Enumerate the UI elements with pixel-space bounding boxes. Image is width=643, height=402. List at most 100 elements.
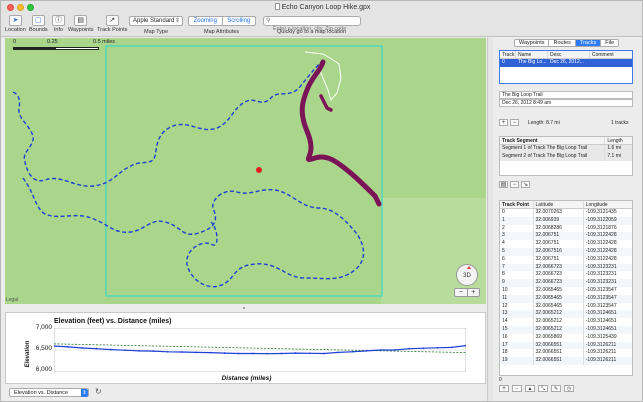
tab-file[interactable]: File [600, 40, 618, 46]
title-bar: Echo Canyon Loop Hike.gpx [1, 1, 642, 14]
point-latitude: 32.0065465 [534, 286, 584, 295]
remove-track-button[interactable]: − [510, 119, 519, 126]
table-row[interactable]: 14 32.0065212 -109.3124651 [500, 318, 632, 326]
tab-waypoints[interactable]: Waypoints [515, 40, 548, 46]
point-longitude: -109.3121435 [585, 209, 617, 215]
table-row[interactable]: 4 32.006751 -109.3122428 [500, 240, 632, 248]
point-index: 6 [500, 255, 534, 264]
point-index: 19 [500, 357, 534, 365]
track-date-field[interactable]: Dec 26, 2012 8:49 am [499, 99, 633, 107]
point-latitude: 32.0066551 [534, 357, 584, 365]
chart-point [209, 351, 212, 354]
chart-x-axis-label: Distance (miles) [221, 375, 272, 382]
table-row[interactable]: 2 32.0068286 -109.3121876 [500, 224, 632, 233]
add-track-button[interactable]: + [499, 119, 508, 126]
map-view[interactable]: 0 0.25 0.5 miles Legal 3D − + [5, 38, 486, 304]
point-latitude: 32.006939 [534, 216, 584, 225]
point-latitude: 32.0066551 [534, 341, 584, 350]
table-row[interactable]: 16 32.0065869 -109.3125439 [500, 333, 632, 342]
tracks-table: Track Name Desc Comment 0 The Big Lo... … [499, 50, 633, 84]
track-name-field[interactable]: The Big Loop Trail [499, 91, 633, 99]
plot-type-select[interactable]: Elevation vs. Distance [9, 388, 89, 397]
info-button[interactable]: ⓘ Info [52, 15, 65, 33]
bounds-button[interactable]: ▢ Bounds [29, 15, 48, 33]
table-row[interactable]: Segment 2 of Track The Big Loop Trail 7.… [500, 152, 632, 161]
table-row[interactable]: 11 32.0065465 -109.3123547 [500, 294, 632, 303]
table-row[interactable]: 19 32.0066551 -109.3126211 [500, 357, 632, 365]
mountain-icon[interactable]: ▲ [525, 385, 535, 392]
table-row[interactable]: Segment 1 of Track The Big Loop Trail 1.… [500, 145, 632, 153]
point-index: 15 [500, 325, 534, 334]
point-longitude: -109.3122059 [585, 216, 617, 223]
clock-icon[interactable]: ◷ [564, 385, 574, 392]
point-latitude: 32.0065465 [534, 294, 584, 303]
points-col-index[interactable]: Track Point [500, 201, 534, 208]
point-longitude: -109.3123231 [585, 263, 617, 270]
track-points-table: Track Point Latitude Longitude 0 32.00702… [499, 200, 633, 376]
point-longitude: -109.3124651 [585, 318, 617, 325]
point-latitude: 32.0066723 [534, 279, 584, 287]
add-point-button[interactable]: + [499, 385, 509, 392]
tracks-col-name[interactable]: Name [516, 51, 548, 58]
table-row[interactable]: 17 32.0066551 -109.3126211 [500, 341, 632, 350]
waypoints-button[interactable]: ▤ Waypoints [68, 15, 93, 33]
split-segment-button[interactable]: ↘ [521, 181, 530, 188]
chart-point [237, 352, 240, 355]
location-button[interactable]: ➤ Location [5, 15, 26, 33]
table-row[interactable]: 7 32.0066723 -109.3123231 [500, 263, 632, 272]
table-row[interactable]: 1 32.006939 -109.3122059 [500, 216, 632, 225]
points-col-latitude[interactable]: Latitude [534, 201, 584, 208]
table-row[interactable]: 10 32.0065465 -109.3123547 [500, 286, 632, 295]
vertical-splitter[interactable] [487, 38, 493, 401]
toolbar: ➤ Location ▢ Bounds ⓘ Info ▤ Waypoints ↗… [1, 14, 642, 37]
table-row[interactable]: 6 32.006751 -109.3122428 [500, 255, 632, 264]
compass-3d-button[interactable]: 3D [456, 264, 478, 286]
document-icon [274, 3, 280, 10]
points-col-longitude[interactable]: Longitude [584, 201, 632, 208]
point-index: 0 [500, 209, 534, 217]
table-row[interactable]: 8 32.0066723 -109.3123231 [500, 271, 632, 280]
scrolling-toggle[interactable]: Scrolling [221, 17, 256, 25]
zoom-out-button[interactable]: − [455, 289, 467, 296]
point-index: 5 [500, 247, 534, 256]
point-longitude: -109.3122428 [585, 255, 617, 262]
y-tick-label-0: 7,000 [35, 324, 52, 331]
table-row[interactable]: 0 The Big Lo... Dec 26, 2012... [500, 59, 632, 67]
refresh-icon[interactable]: ↻ [95, 387, 102, 396]
point-longitude: -109.3124651 [585, 310, 617, 317]
table-row[interactable]: 12 32.0065465 -109.3123547 [500, 302, 632, 311]
chart-point [195, 351, 197, 354]
chart-point [450, 346, 453, 349]
map-canvas[interactable] [5, 38, 486, 304]
resize-icon[interactable]: ⤡ [538, 385, 548, 392]
tracks-col-comment[interactable]: Comment [590, 51, 631, 58]
zoom-in-button[interactable]: + [466, 289, 480, 296]
segment-list-button[interactable]: ▤ [499, 181, 508, 188]
zooming-toggle[interactable]: Zooming [189, 17, 222, 25]
table-row[interactable]: 13 32.0065212 -109.3124651 [500, 310, 632, 319]
tracks-col-track[interactable]: Track [500, 51, 516, 58]
tab-tracks[interactable]: Tracks [574, 40, 601, 46]
legal-link[interactable]: Legal [6, 297, 18, 303]
point-latitude: 32.006751 [534, 255, 584, 264]
table-row[interactable]: 3 32.006751 -109.3122428 [500, 232, 632, 241]
remove-point-button[interactable]: − [512, 385, 522, 392]
track-length: Length: 8.7 mi [528, 120, 560, 126]
tracks-add-remove: + − [499, 119, 521, 126]
table-row[interactable]: 5 32.0067516 -109.3122428 [500, 247, 632, 256]
remove-segment-button[interactable]: − [510, 181, 519, 188]
table-row[interactable]: 9 32.0066723 -109.3123231 [500, 279, 632, 287]
tracks-col-desc[interactable]: Desc [548, 51, 590, 58]
pencil-icon[interactable]: ✎ [551, 385, 561, 392]
table-row[interactable]: 15 32.0065212 -109.3124651 [500, 325, 632, 334]
horizontal-splitter[interactable] [5, 304, 486, 312]
chart-point [67, 346, 70, 348]
table-row[interactable]: 18 32.0066551 -109.3126211 [500, 349, 632, 358]
tab-routes[interactable]: Routes [548, 40, 574, 46]
map-type-select[interactable]: Apple Standard [129, 16, 183, 26]
segments-col-segment[interactable]: Track Segment [500, 137, 606, 144]
track-points-button[interactable]: ↗ Track Points [97, 15, 127, 33]
table-row[interactable]: 0 32.0070263 -109.3121435 [500, 209, 632, 217]
segments-col-length[interactable]: Length [605, 137, 632, 144]
chart-point [351, 350, 354, 353]
